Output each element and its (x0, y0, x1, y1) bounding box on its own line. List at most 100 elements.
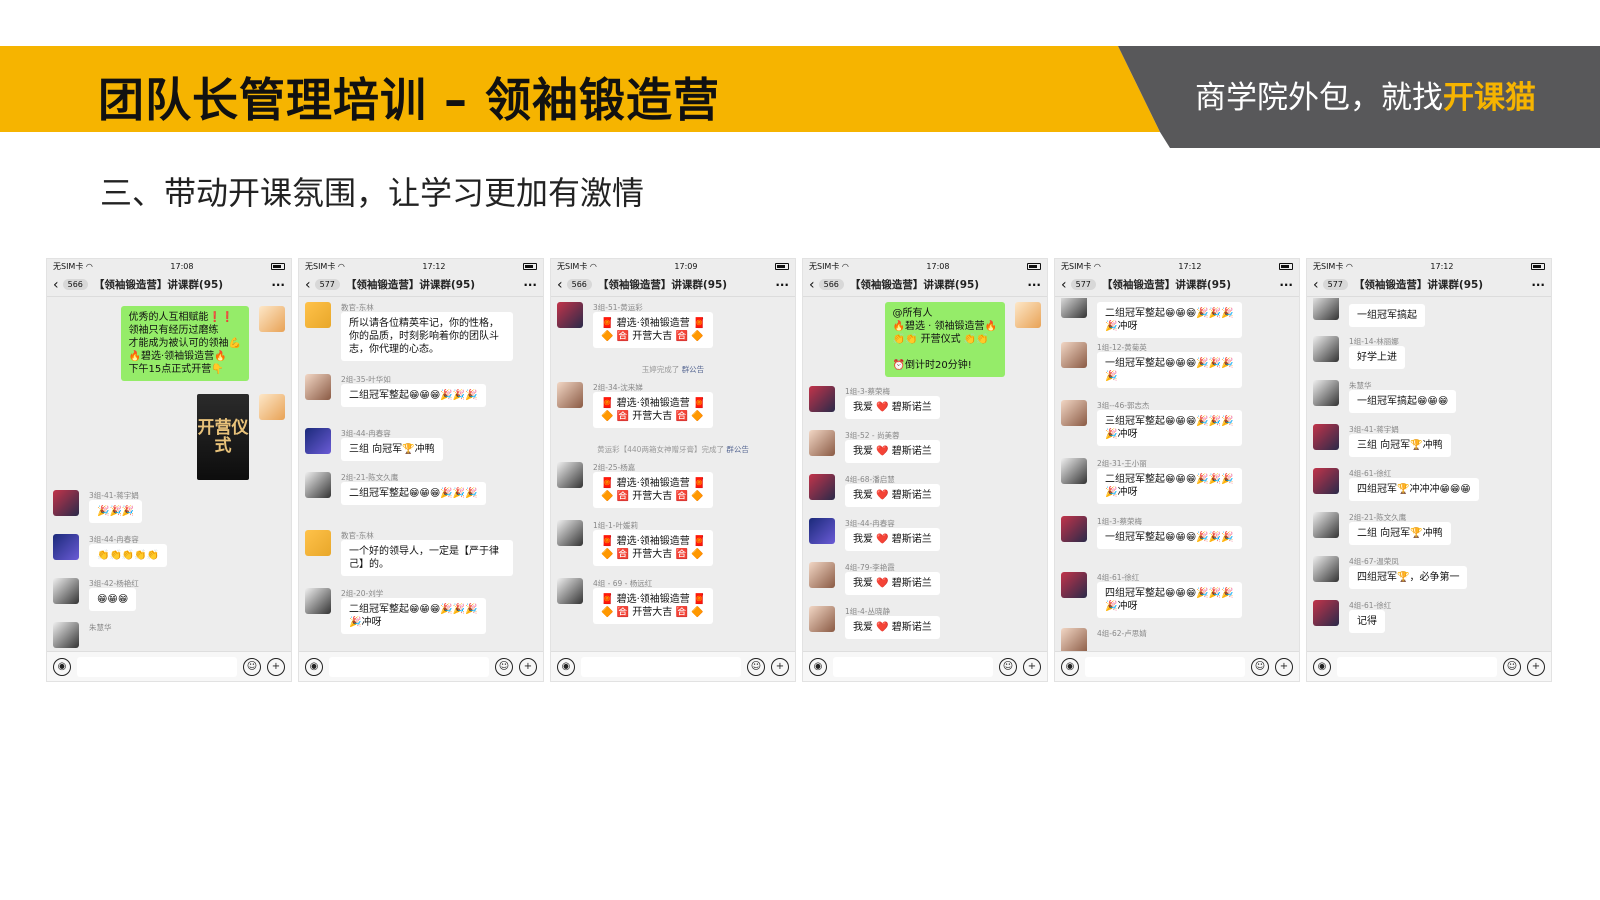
chat-message: 4组-79-李艳霞 我爱 ❤️ 碧斯诺兰 (809, 562, 1041, 602)
emoji-icon[interactable]: ☺ (495, 657, 513, 676)
avatar[interactable] (305, 428, 331, 454)
back-chevron-icon[interactable]: ‹ (305, 278, 311, 292)
more-icon[interactable]: ··· (1531, 278, 1545, 292)
clock: 17:12 (1430, 261, 1454, 271)
avatar[interactable] (305, 374, 331, 400)
avatar[interactable] (809, 474, 835, 500)
group-title: 【领袖锻造营】讲课群(95) (345, 279, 476, 291)
emoji-icon[interactable]: ☺ (747, 657, 765, 676)
avatar[interactable] (557, 302, 583, 328)
back-chevron-icon[interactable]: ‹ (557, 278, 563, 292)
emoji-icon[interactable]: ☺ (999, 657, 1017, 676)
status-bar: 无SIM卡 ◠ 17:12 (299, 259, 543, 273)
wifi-icon: ◠ (337, 261, 345, 271)
emoji-icon[interactable]: ☺ (243, 657, 261, 676)
avatar[interactable] (1313, 298, 1339, 320)
avatar[interactable] (1061, 400, 1087, 426)
avatar[interactable] (1061, 516, 1087, 542)
chat-message: 开营仪式 (53, 394, 285, 484)
more-icon[interactable]: ··· (271, 278, 285, 292)
notice-link[interactable]: 群公告 (726, 445, 749, 454)
voice-icon[interactable]: ◉ (305, 657, 323, 676)
avatar[interactable] (557, 462, 583, 488)
avatar[interactable] (1061, 572, 1087, 598)
more-icon[interactable]: ··· (775, 278, 789, 292)
avatar[interactable] (305, 530, 331, 556)
avatar[interactable] (809, 606, 835, 632)
chat-area[interactable]: 教官-东林 所以请各位精英牢记，你的性格，你的品质，时刻影响着你的团队斗志，你代… (299, 298, 543, 651)
avatar[interactable] (1061, 298, 1087, 318)
avatar[interactable] (557, 382, 583, 408)
avatar[interactable] (53, 622, 79, 648)
chat-message: 教官-东林 一个好的领导人，一定是【严于律己】的。 (305, 530, 537, 582)
notice-link[interactable]: 群公告 (682, 365, 705, 374)
chat-input-bar: ◉ ☺ + (551, 651, 795, 681)
chat-message: 1组-3-蔡荣梅 我爱 ❤️ 碧斯诺兰 (809, 386, 1041, 426)
chat-area[interactable]: @所有人 🔥碧选 · 领袖锻造营🔥 👏👏 开营仪式 👏👏 ⏰倒计时20分钟! 1… (803, 298, 1047, 651)
avatar[interactable] (1313, 424, 1339, 450)
chat-area[interactable]: 一组冠军搞起 1组-14-林丽娜 好学上进 朱慧华 一组冠军搞起😁😁😁 3组-4… (1307, 298, 1551, 651)
message-bubble: 三组 向冠军🏆冲鸭 (1349, 434, 1451, 457)
avatar[interactable] (1313, 600, 1339, 626)
avatar[interactable] (809, 518, 835, 544)
avatar[interactable] (1313, 512, 1339, 538)
emoji-icon[interactable]: ☺ (1251, 657, 1269, 676)
plus-icon[interactable]: + (1527, 657, 1545, 676)
chat-area[interactable]: 二组冠军整起😁😁😁🎉🎉🎉 🎉冲呀 1组-12-黄菊英 一组冠军整起😁😁😁🎉🎉🎉 … (1055, 298, 1299, 651)
more-icon[interactable]: ··· (1027, 278, 1041, 292)
avatar[interactable] (809, 562, 835, 588)
message-input[interactable] (1085, 656, 1245, 677)
voice-icon[interactable]: ◉ (1313, 657, 1331, 676)
voice-icon[interactable]: ◉ (557, 657, 575, 676)
avatar[interactable] (305, 302, 331, 328)
plus-icon[interactable]: + (1275, 657, 1293, 676)
more-icon[interactable]: ··· (1279, 278, 1293, 292)
avatar[interactable] (53, 534, 79, 560)
avatar[interactable] (557, 578, 583, 604)
avatar[interactable] (1061, 458, 1087, 484)
avatar[interactable] (1015, 302, 1041, 328)
avatar[interactable] (305, 588, 331, 614)
avatar[interactable] (1313, 556, 1339, 582)
plus-icon[interactable]: + (519, 657, 537, 676)
message-input[interactable] (833, 656, 993, 677)
avatar[interactable] (1313, 380, 1339, 406)
chat-area[interactable]: 3组-51-黄运彩 🧧 碧选·领袖锻造营 🧧 🔶 🈴 开营大吉 🈴 🔶 玉婷完成… (551, 298, 795, 651)
voice-icon[interactable]: ◉ (53, 657, 71, 676)
plus-icon[interactable]: + (771, 657, 789, 676)
voice-icon[interactable]: ◉ (1061, 657, 1079, 676)
carrier: 无SIM卡 ◠ (809, 261, 849, 271)
back-chevron-icon[interactable]: ‹ (809, 278, 815, 292)
back-chevron-icon[interactable]: ‹ (1061, 278, 1067, 292)
battery-icon (1531, 262, 1545, 270)
avatar[interactable] (305, 472, 331, 498)
message-bubble: 👏👏👏👏👏 (89, 544, 168, 567)
avatar[interactable] (809, 430, 835, 456)
chat-area[interactable]: 优秀的人互相赋能❗❗ 领袖只有经历过磨练 才能成为被认可的领袖💪 🔥碧选·领袖锻… (47, 298, 291, 651)
message-input[interactable] (1337, 656, 1497, 677)
voice-icon[interactable]: ◉ (809, 657, 827, 676)
avatar[interactable] (1313, 468, 1339, 494)
avatar[interactable] (259, 306, 285, 332)
avatar[interactable] (259, 394, 285, 420)
emoji-icon[interactable]: ☺ (1503, 657, 1521, 676)
avatar[interactable] (557, 520, 583, 546)
chat-message: 2组-31-王小丽 二组冠军整起😁😁😁🎉🎉🎉 🎉冲呀 (1061, 458, 1293, 510)
avatar[interactable] (53, 490, 79, 516)
avatar[interactable] (1061, 342, 1087, 368)
avatar[interactable] (1313, 336, 1339, 362)
chat-message: 1组-3-蔡荣梅 一组冠军整起😁😁😁🎉🎉🎉 (1061, 516, 1293, 560)
message-input[interactable] (77, 656, 237, 677)
plus-icon[interactable]: + (267, 657, 285, 676)
message-input[interactable] (329, 656, 489, 677)
back-chevron-icon[interactable]: ‹ (1313, 278, 1319, 292)
message-input[interactable] (581, 656, 741, 677)
avatar[interactable] (809, 386, 835, 412)
plus-icon[interactable]: + (1023, 657, 1041, 676)
back-chevron-icon[interactable]: ‹ (53, 278, 59, 292)
poster-image[interactable]: 开营仪式 (197, 394, 249, 480)
chat-nav-bar: ‹ 566 【领袖锻造营】讲课群(95) ··· (803, 273, 1047, 297)
avatar[interactable] (53, 578, 79, 604)
more-icon[interactable]: ··· (523, 278, 537, 292)
avatar[interactable] (1061, 628, 1087, 651)
